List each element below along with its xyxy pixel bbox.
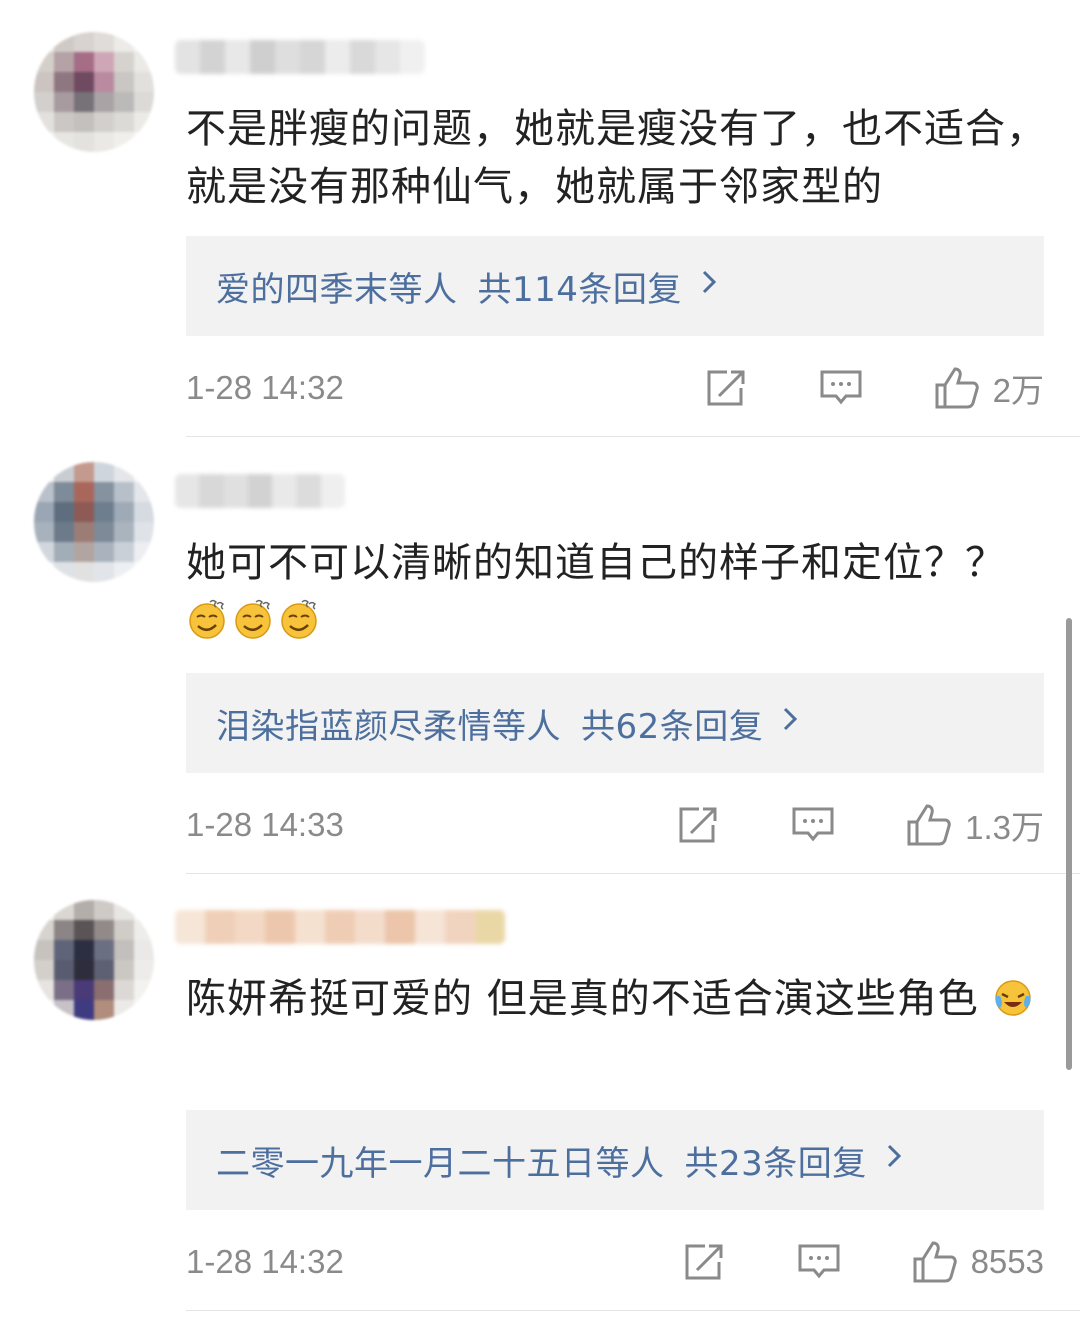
chevron-right-icon	[781, 705, 799, 741]
like-count: 8553	[970, 1243, 1044, 1280]
username-blurred[interactable]	[175, 474, 345, 508]
comment-text: 陈妍希挺可爱的 但是真的不适合演这些角色	[186, 970, 1056, 1028]
smug-face-emoji	[232, 598, 274, 640]
crying-laughing-emoji	[992, 976, 1034, 1018]
comment-meta: 1-28 14:33 1.3万	[186, 795, 1044, 855]
comment-time: 1-28 14:33	[186, 806, 344, 843]
thumbs-up-icon	[911, 1239, 959, 1285]
comment-icon[interactable]	[819, 368, 863, 408]
share-icon[interactable]	[677, 805, 721, 845]
reply-etc-label: 等人	[388, 269, 458, 310]
comment-text-body: 她可不可以清晰的知道自己的样子和定位？？	[186, 540, 1006, 586]
scrollbar[interactable]	[1066, 618, 1072, 1070]
share-icon[interactable]	[705, 368, 749, 408]
reply-names[interactable]: 泪染指蓝颜尽柔情	[216, 699, 492, 748]
username-blurred[interactable]	[175, 910, 505, 944]
comment-icon[interactable]	[791, 805, 835, 845]
reply-names[interactable]: 爱的四季末	[216, 262, 389, 311]
reply-names[interactable]: 二零一九年一月二十五日	[216, 1136, 596, 1185]
reply-etc-label: 等人	[595, 1143, 665, 1184]
comment-text: 不是胖瘦的问题，她就是瘦没有了，也不适合，就是没有那种仙气，她就属于邻家型的	[186, 106, 1047, 210]
chevron-right-icon	[885, 1142, 903, 1178]
avatar[interactable]	[34, 900, 154, 1020]
comment-text: 她可不可以清晰的知道自己的样子和定位？？	[186, 534, 1056, 650]
reply-etc-label: 等人	[492, 706, 561, 747]
reply-summary-box[interactable]: 爱的四季末 等人 共114条回复	[186, 236, 1044, 336]
reply-count[interactable]: 共62条回复	[581, 699, 763, 748]
comment-meta: 1-28 14:32 8553	[186, 1232, 1044, 1292]
smug-face-emoji	[186, 598, 228, 640]
like-button[interactable]: 8553	[911, 1239, 1044, 1285]
smug-face-emoji	[278, 598, 320, 640]
comment-time: 1-28 14:32	[186, 1243, 344, 1280]
username-blurred[interactable]	[175, 40, 425, 74]
divider	[186, 1310, 1080, 1311]
comment-text-body: 陈妍希挺可爱的 但是真的不适合演这些角色	[186, 976, 979, 1022]
comment-icon[interactable]	[797, 1242, 841, 1282]
comment-meta: 1-28 14:32 2万	[186, 358, 1044, 418]
avatar[interactable]	[34, 32, 154, 152]
share-icon[interactable]	[683, 1242, 727, 1282]
avatar[interactable]	[34, 462, 154, 582]
like-count: 1.3万	[965, 809, 1044, 846]
reply-count[interactable]: 共114条回复	[478, 262, 682, 311]
like-button[interactable]: 2万	[933, 364, 1044, 412]
divider	[186, 436, 1080, 437]
thumbs-up-icon	[905, 802, 953, 848]
reply-summary-box[interactable]: 泪染指蓝颜尽柔情 等人 共62条回复	[186, 673, 1044, 773]
thumbs-up-icon	[933, 365, 981, 411]
like-button[interactable]: 1.3万	[905, 801, 1044, 849]
chevron-right-icon	[700, 268, 718, 304]
reply-summary-box[interactable]: 二零一九年一月二十五日 等人 共23条回复	[186, 1110, 1044, 1210]
reply-count[interactable]: 共23条回复	[685, 1136, 867, 1185]
comment-time: 1-28 14:32	[186, 369, 344, 406]
like-count: 2万	[992, 372, 1044, 409]
divider	[186, 873, 1080, 874]
